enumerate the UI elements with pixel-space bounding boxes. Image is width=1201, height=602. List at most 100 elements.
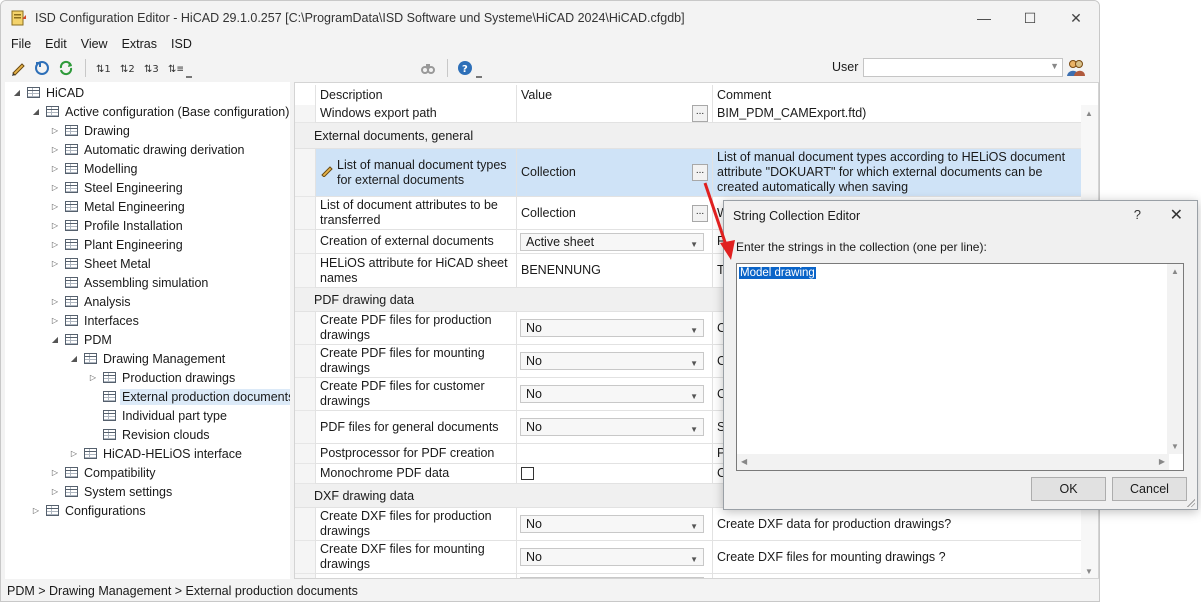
- tree-node[interactable]: ▷ Plant Engineering: [49, 235, 185, 254]
- value-dropdown[interactable]: No ▼: [520, 515, 704, 533]
- scroll-up-icon[interactable]: ▲: [1085, 109, 1093, 118]
- tree-node[interactable]: ▷ Analysis: [49, 292, 133, 311]
- scroll-up-icon[interactable]: ▲: [1171, 267, 1179, 276]
- tree-node[interactable]: ▷ Compatibility: [49, 463, 158, 482]
- value-dropdown[interactable]: No ▼: [520, 385, 704, 403]
- tree-node[interactable]: ▷ HiCAD-HELiOS interface: [68, 444, 244, 463]
- close-button[interactable]: ✕: [1053, 1, 1099, 35]
- ok-button[interactable]: OK: [1031, 477, 1106, 501]
- menu-extras[interactable]: Extras: [115, 37, 164, 51]
- sort-level2-icon[interactable]: ⇅2: [116, 57, 138, 79]
- column-description[interactable]: Description: [315, 85, 516, 105]
- tree-node[interactable]: ▷ Sheet Metal: [49, 254, 153, 273]
- textarea-hscroll[interactable]: ◀ ▶: [737, 454, 1169, 470]
- value-dropdown[interactable]: No ▼: [520, 319, 704, 337]
- value-checkbox[interactable]: [521, 467, 534, 480]
- user-combo[interactable]: ▼: [863, 58, 1063, 77]
- cancel-button[interactable]: Cancel: [1112, 477, 1187, 501]
- textarea-vscroll[interactable]: ▲ ▼: [1167, 264, 1183, 454]
- value-dropdown[interactable]: No ▼: [520, 352, 704, 370]
- tree-node[interactable]: ▷ Automatic drawing derivation: [49, 140, 247, 159]
- expanded-arrow-icon[interactable]: ◢: [68, 354, 80, 363]
- tree-node[interactable]: External production documents: [87, 387, 290, 406]
- value-cell[interactable]: No ▼: [516, 541, 712, 574]
- sort-ascending-icon[interactable]: ⇅1: [92, 57, 114, 79]
- tree-node[interactable]: ▷ Steel Engineering: [49, 178, 185, 197]
- collapsed-arrow-icon[interactable]: ▷: [68, 449, 80, 458]
- tree-node[interactable]: ▷ System settings: [49, 482, 174, 501]
- value-cell[interactable]: No ▼: [516, 378, 712, 411]
- text-line-selected[interactable]: Model drawing: [739, 267, 816, 279]
- expanded-arrow-icon[interactable]: ◢: [30, 107, 42, 116]
- table-row[interactable]: List of manual document types for extern…: [295, 149, 1082, 197]
- value-cell[interactable]: No ▼: [516, 411, 712, 444]
- tree-node[interactable]: ▷ Production drawings: [87, 368, 237, 387]
- ellipsis-button[interactable]: ...: [692, 164, 708, 181]
- ellipsis-button[interactable]: ...: [692, 105, 708, 122]
- undo-icon[interactable]: [31, 57, 53, 79]
- value-cell[interactable]: No ▼: [516, 312, 712, 345]
- scroll-down-icon[interactable]: ▼: [1085, 567, 1093, 576]
- value-cell[interactable]: Active sheet ▼: [516, 230, 712, 254]
- collapsed-arrow-icon[interactable]: ▷: [49, 468, 61, 477]
- scroll-down-icon[interactable]: ▼: [1171, 442, 1179, 451]
- collapsed-arrow-icon[interactable]: ▷: [49, 259, 61, 268]
- value-cell[interactable]: BENENNUNG: [516, 254, 712, 288]
- table-row[interactable]: Create DXF files for production drawings…: [295, 508, 1082, 541]
- value-cell[interactable]: No ▼: [516, 508, 712, 541]
- strings-textarea[interactable]: Model drawing ▲ ▼ ◀ ▶: [736, 263, 1184, 471]
- users-icon[interactable]: [1066, 58, 1086, 78]
- expanded-arrow-icon[interactable]: ◢: [49, 335, 61, 344]
- table-row[interactable]: Windows export path... BIM_PDM_CAMExport.…: [295, 105, 1082, 123]
- collapsed-arrow-icon[interactable]: ▷: [49, 145, 61, 154]
- menu-edit[interactable]: Edit: [38, 37, 74, 51]
- help-icon[interactable]: ?: [454, 57, 476, 79]
- tree-node[interactable]: ▷ Modelling: [49, 159, 140, 178]
- tree-node[interactable]: ◢ HiCAD: [11, 83, 86, 102]
- expand-all-icon[interactable]: ⇅≡: [164, 57, 186, 79]
- value-cell[interactable]: No ▼: [516, 345, 712, 378]
- minimize-button[interactable]: —: [961, 1, 1007, 35]
- tree-node[interactable]: ▷ Drawing: [49, 121, 132, 140]
- expanded-arrow-icon[interactable]: ◢: [11, 88, 23, 97]
- pencil-icon[interactable]: [7, 57, 29, 79]
- collapsed-arrow-icon[interactable]: ▷: [49, 202, 61, 211]
- tree-node[interactable]: ◢ Drawing Management: [68, 349, 227, 368]
- value-cell[interactable]: [516, 464, 712, 484]
- help-button[interactable]: ?: [1134, 207, 1141, 222]
- maximize-button[interactable]: ☐: [1007, 1, 1053, 35]
- menu-isd[interactable]: ISD: [164, 37, 199, 51]
- value-cell[interactable]: [516, 444, 712, 464]
- value-dropdown[interactable]: No ▼: [520, 418, 704, 436]
- tree-node[interactable]: Assembling simulation: [49, 273, 210, 292]
- collapsed-arrow-icon[interactable]: ▷: [49, 221, 61, 230]
- find-icon[interactable]: [417, 57, 439, 79]
- dialog-close-button[interactable]: ✕: [1170, 205, 1183, 225]
- collapsed-arrow-icon[interactable]: ▷: [49, 487, 61, 496]
- collapsed-arrow-icon[interactable]: ▷: [49, 240, 61, 249]
- refresh-icon[interactable]: [55, 57, 77, 79]
- menu-file[interactable]: File: [1, 37, 38, 51]
- collapsed-arrow-icon[interactable]: ▷: [87, 373, 99, 382]
- value-cell[interactable]: ...: [516, 105, 712, 123]
- tree-node[interactable]: ◢ PDM: [49, 330, 114, 349]
- column-comment[interactable]: Comment: [712, 85, 1082, 105]
- tree-node[interactable]: ▷ Metal Engineering: [49, 197, 187, 216]
- configuration-tree[interactable]: ◢ HiCAD ◢ Active configuration (Base config…: [5, 82, 290, 579]
- value-dropdown[interactable]: No ▼: [520, 548, 704, 566]
- menu-view[interactable]: View: [74, 37, 115, 51]
- collapsed-arrow-icon[interactable]: ▷: [49, 183, 61, 192]
- value-cell[interactable]: Collection...: [516, 197, 712, 230]
- scroll-right-icon[interactable]: ▶: [1159, 457, 1165, 466]
- tree-node[interactable]: Individual part type: [87, 406, 229, 425]
- tree-node[interactable]: ◢ Active configuration (Base configuratio…: [30, 102, 290, 121]
- value-cell[interactable]: Collection...: [516, 149, 712, 197]
- collapsed-arrow-icon[interactable]: ▷: [49, 297, 61, 306]
- collapsed-arrow-icon[interactable]: ▷: [49, 164, 61, 173]
- value-dropdown[interactable]: ▼: [520, 576, 704, 578]
- table-row[interactable]: Create DXF files for mounting drawings No…: [295, 541, 1082, 574]
- tree-node[interactable]: ▷ Interfaces: [49, 311, 141, 330]
- resize-grip-icon[interactable]: [1185, 497, 1195, 507]
- tree-node[interactable]: Revision clouds: [87, 425, 212, 444]
- column-value[interactable]: Value: [516, 85, 712, 105]
